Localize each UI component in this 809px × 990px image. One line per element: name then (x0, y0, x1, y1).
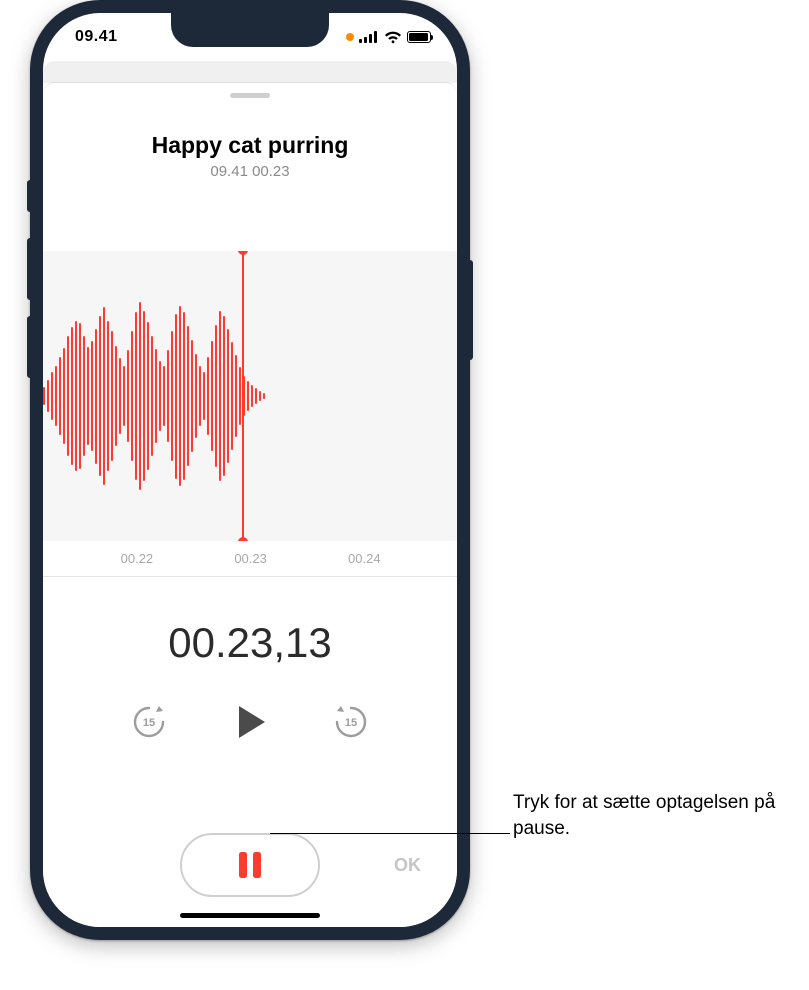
wifi-icon (384, 31, 402, 44)
recording-indicator-dot (346, 33, 354, 41)
back-15-icon[interactable]: 15 (129, 702, 169, 742)
volume-down (27, 316, 30, 378)
phone-frame: 09.41 (30, 0, 470, 940)
pause-record-button[interactable] (180, 833, 320, 897)
play-icon[interactable] (229, 701, 271, 743)
recording-title[interactable]: Happy cat purring (43, 132, 457, 159)
volume-up (27, 238, 30, 300)
silence-switch (27, 180, 30, 212)
elapsed-time: 00.23,13 (43, 619, 457, 667)
recording-subtitle: 09.41 00.23 (43, 163, 457, 180)
transport-controls: 15 15 (43, 701, 457, 743)
battery-icon (407, 31, 431, 43)
timeline-ruler: 21 00.22 00.23 00.24 0 (43, 541, 457, 577)
recording-sheet: Happy cat purring 09.41 00.23 21 00.22 (43, 83, 457, 927)
ok-button[interactable]: OK (394, 855, 421, 876)
power-button (470, 260, 473, 360)
svg-text:15: 15 (345, 717, 357, 729)
svg-text:15: 15 (143, 717, 155, 729)
callout-line (270, 833, 510, 834)
background-sheet (43, 61, 457, 83)
home-indicator[interactable] (180, 913, 320, 918)
cellular-icon (359, 31, 379, 43)
callout-text: Tryk for at sætte optagelsen på pause. (513, 790, 809, 841)
status-time: 09.41 (75, 28, 118, 46)
forward-15-icon[interactable]: 15 (331, 702, 371, 742)
pause-icon (239, 852, 261, 878)
notch (171, 13, 329, 47)
waveform-area[interactable]: 21 00.22 00.23 00.24 0 00.23,13 15 (43, 251, 457, 743)
sheet-grabber[interactable] (230, 93, 270, 98)
screen: 09.41 (43, 13, 457, 927)
